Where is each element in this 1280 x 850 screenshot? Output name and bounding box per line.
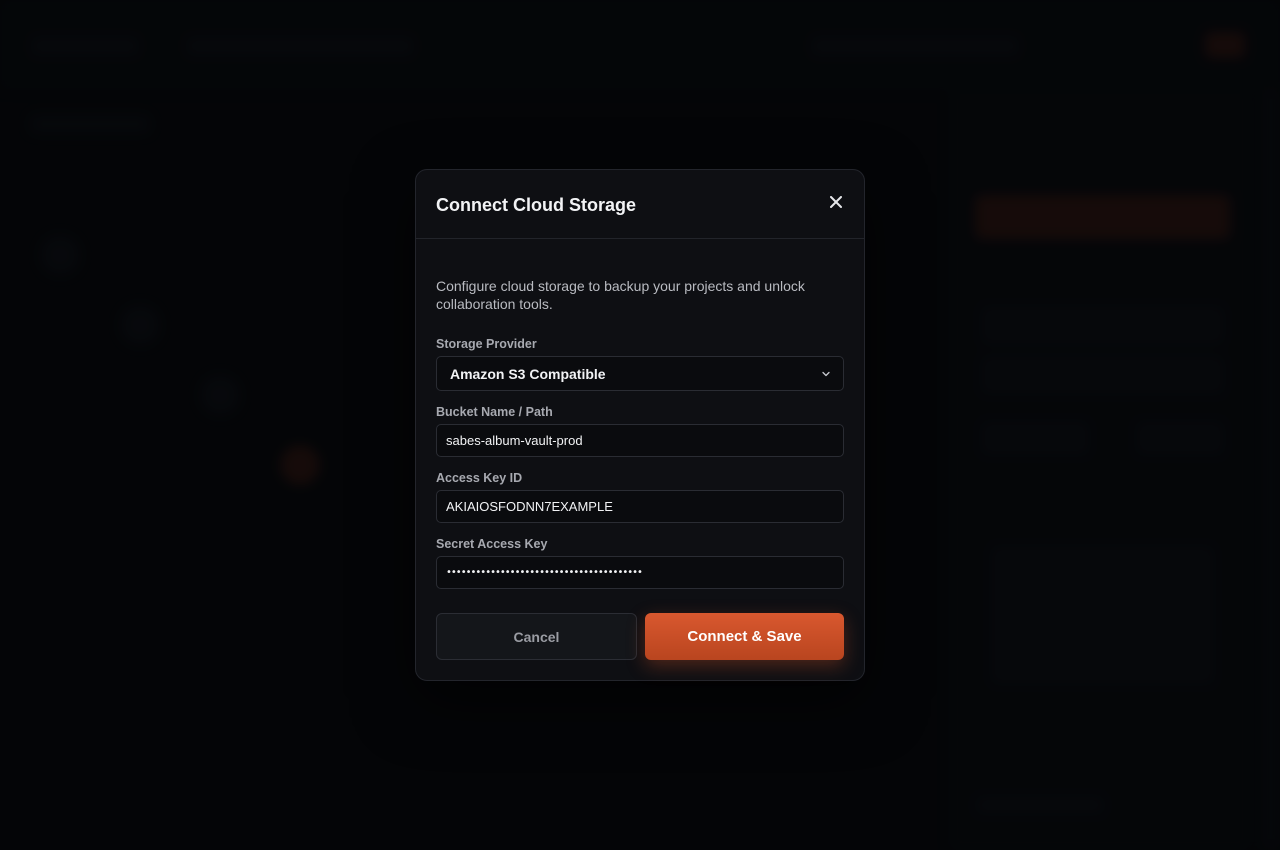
secret-key-input[interactable]: •••••••••••••••••••••••••••••••••••••••• xyxy=(436,556,844,589)
access-key-input[interactable]: AKIAIOSFODNN7EXAMPLE xyxy=(436,490,844,523)
modal-description: Configure cloud storage to backup your p… xyxy=(436,278,805,312)
secret-key-value: •••••••••••••••••••••••••••••••••••••••• xyxy=(446,567,643,578)
secret-key-label: Secret Access Key xyxy=(436,537,548,551)
bucket-name-value: sabes-album-vault-prod xyxy=(446,433,583,448)
close-icon xyxy=(830,196,842,208)
access-key-label: Access Key ID xyxy=(436,471,523,485)
access-key-value: AKIAIOSFODNN7EXAMPLE xyxy=(446,499,613,514)
chevron-down-icon xyxy=(822,371,830,376)
bucket-name-input[interactable]: sabes-album-vault-prod xyxy=(436,424,844,457)
modal-actions: Cancel Connect & Save xyxy=(436,613,844,660)
modal-title: Connect Cloud Storage xyxy=(436,195,637,215)
modal-header: Connect Cloud Storage xyxy=(416,170,864,239)
storage-provider-select[interactable]: Amazon S3 Compatible xyxy=(436,356,844,391)
connect-save-button[interactable]: Connect & Save xyxy=(645,613,844,660)
connect-cloud-storage-modal: Connect Cloud Storage Configure cloud st… xyxy=(415,169,865,681)
storage-provider-label: Storage Provider xyxy=(436,337,537,351)
bucket-name-label: Bucket Name / Path xyxy=(436,405,553,419)
cancel-button[interactable]: Cancel xyxy=(436,613,637,660)
modal-body: Configure cloud storage to backup your p… xyxy=(416,239,864,660)
storage-provider-value: Amazon S3 Compatible xyxy=(450,365,606,382)
close-button[interactable] xyxy=(826,192,846,212)
